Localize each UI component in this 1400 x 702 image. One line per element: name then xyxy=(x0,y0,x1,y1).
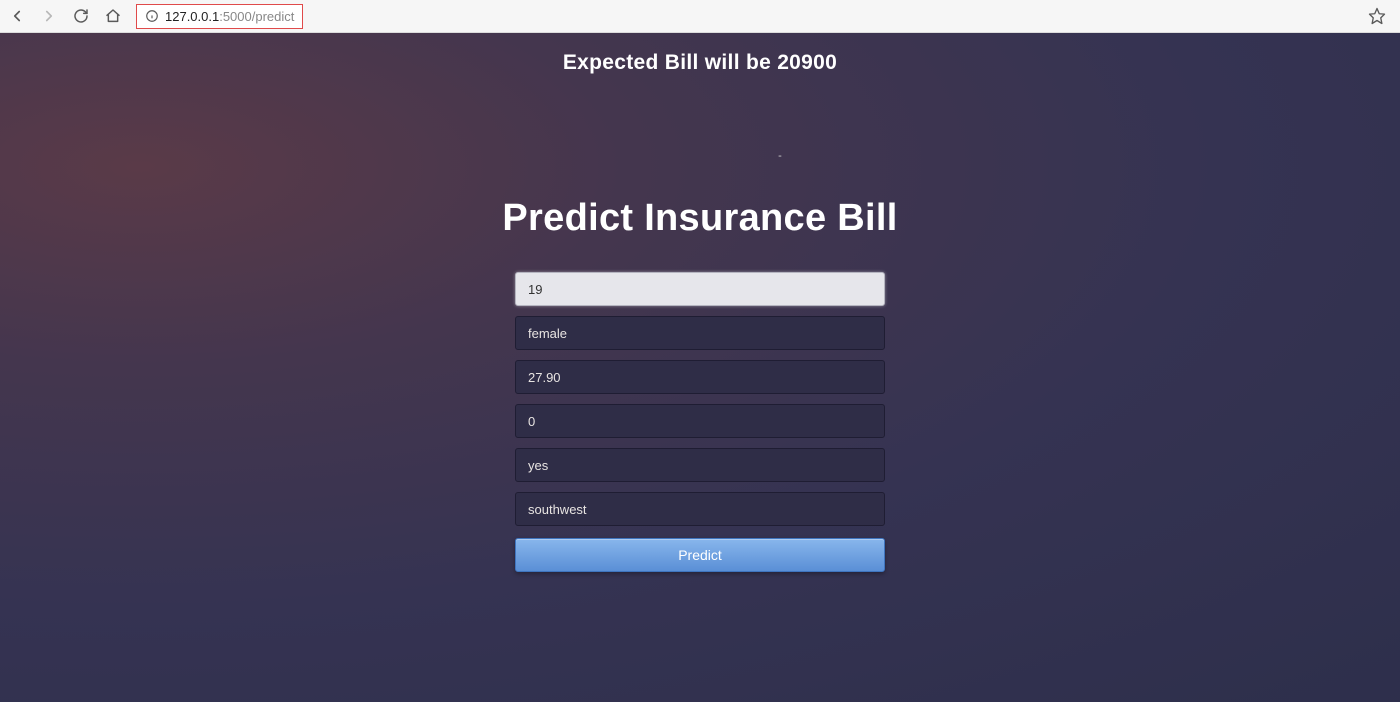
nav-buttons xyxy=(8,7,122,25)
url-text: 127.0.0.1:5000/predict xyxy=(165,9,294,24)
predict-button[interactable]: Predict xyxy=(515,538,885,572)
back-button[interactable] xyxy=(8,7,26,25)
predict-form: Predict xyxy=(515,272,885,572)
page-content: Expected Bill will be 20900 - Predict In… xyxy=(0,33,1400,702)
bmi-input[interactable] xyxy=(515,360,885,394)
page-title: Predict Insurance Bill xyxy=(0,197,1400,240)
placeholder-dash: - xyxy=(0,150,1400,162)
url-highlight-box[interactable]: 127.0.0.1:5000/predict xyxy=(136,4,303,29)
home-button[interactable] xyxy=(104,7,122,25)
site-info-icon[interactable] xyxy=(145,9,159,23)
url-bar: 127.0.0.1:5000/predict xyxy=(136,0,1360,32)
expected-bill-text: Expected Bill will be 20900 xyxy=(0,33,1400,75)
smoker-input[interactable] xyxy=(515,448,885,482)
region-input[interactable] xyxy=(515,492,885,526)
age-input[interactable] xyxy=(515,272,885,306)
sex-input[interactable] xyxy=(515,316,885,350)
reload-button[interactable] xyxy=(72,7,90,25)
bookmark-star-icon[interactable] xyxy=(1368,7,1386,25)
children-input[interactable] xyxy=(515,404,885,438)
browser-toolbar: 127.0.0.1:5000/predict xyxy=(0,0,1400,33)
forward-button[interactable] xyxy=(40,7,58,25)
